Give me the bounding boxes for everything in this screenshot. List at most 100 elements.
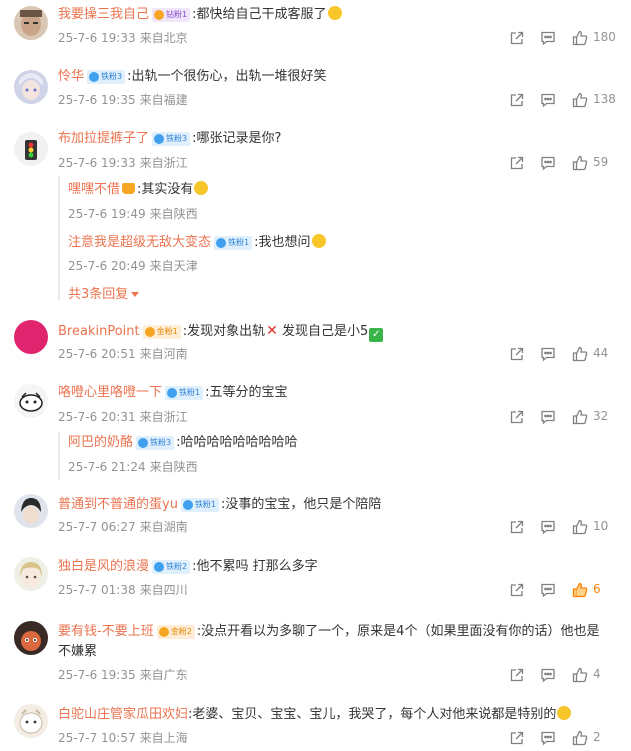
share-icon[interactable] bbox=[508, 345, 526, 363]
comment-actions: 180 bbox=[500, 29, 620, 49]
timestamp: 25-7-6 20:51 bbox=[58, 347, 136, 361]
emoji-icon bbox=[557, 706, 572, 720]
fan-badge[interactable]: 铁粉3 bbox=[152, 132, 191, 146]
fan-badge[interactable]: 铁粉3 bbox=[136, 436, 175, 450]
timestamp: 25-7-6 19:35 bbox=[58, 93, 136, 107]
more-replies-label: 共3条回复 bbox=[68, 287, 129, 302]
comment-text: :老婆、宝贝、宝宝、宝儿，我哭了，每个人对他来说都是特别的 bbox=[188, 707, 557, 722]
like-icon[interactable] bbox=[571, 408, 589, 426]
username[interactable]: BreakinPoint bbox=[58, 324, 140, 339]
fan-badge[interactable]: 铁粉1 bbox=[180, 498, 220, 512]
comment-icon[interactable] bbox=[539, 154, 557, 172]
fan-badge[interactable]: 金粉1 bbox=[142, 325, 181, 339]
like-icon[interactable] bbox=[571, 729, 589, 747]
share-icon[interactable] bbox=[508, 91, 526, 109]
emoji-icon bbox=[194, 181, 209, 195]
username[interactable]: 我要操三我自己 bbox=[58, 7, 149, 22]
timestamp: 25-7-6 19:33 bbox=[58, 31, 136, 45]
like-icon[interactable] bbox=[571, 666, 589, 684]
fan-badge[interactable]: 铁粉1 bbox=[165, 386, 204, 400]
share-icon[interactable] bbox=[508, 408, 526, 426]
like-icon[interactable] bbox=[571, 91, 589, 109]
more-replies-link[interactable]: 共3条回复 bbox=[68, 286, 140, 304]
share-icon[interactable] bbox=[508, 154, 526, 172]
like-icon[interactable] bbox=[571, 154, 589, 172]
reply-meta: 25-7-6 20:49 来自天津 bbox=[68, 258, 198, 274]
share-icon[interactable] bbox=[508, 729, 526, 747]
location: 来自北京 bbox=[139, 31, 188, 45]
comment-meta: 25-7-6 19:35 来自广东 bbox=[58, 667, 188, 683]
reply-username[interactable]: 嘿嘿不借 bbox=[68, 182, 120, 197]
username[interactable]: 咯噔心里咯噔一下 bbox=[58, 385, 162, 400]
avatar[interactable] bbox=[14, 6, 48, 40]
cross-mark-icon: ✕ bbox=[266, 323, 278, 339]
avatar[interactable] bbox=[14, 132, 48, 166]
location: 来自福建 bbox=[139, 93, 188, 107]
comment-meta: 25-7-6 20:51 来自河南 bbox=[58, 346, 188, 362]
like-icon[interactable] bbox=[571, 345, 589, 363]
avatar[interactable] bbox=[14, 384, 48, 418]
comment-header: 咯噔心里咯噔一下 铁粉1:五等分的宝宝 bbox=[58, 384, 288, 402]
reply-username[interactable]: 阿巴的奶酪 bbox=[68, 435, 133, 450]
reply-username[interactable]: 注意我是超级无敌大变态 bbox=[68, 235, 211, 250]
timestamp: 25-7-6 19:49 bbox=[68, 207, 146, 221]
comment-icon[interactable] bbox=[539, 408, 557, 426]
comment-actions: 6 bbox=[500, 581, 620, 601]
username[interactable]: 怜华 bbox=[58, 69, 84, 84]
comment-icon[interactable] bbox=[539, 729, 557, 747]
comment-text: :都快给自己干成客服了 bbox=[192, 7, 327, 22]
avatar[interactable] bbox=[14, 704, 48, 738]
timestamp: 25-7-7 06:27 bbox=[58, 520, 136, 534]
username[interactable]: 要有钱-不要上班 bbox=[58, 624, 154, 639]
fan-badge[interactable]: 钻粉1 bbox=[152, 8, 191, 22]
comment-actions: 32 bbox=[500, 408, 620, 428]
like-count: 180 bbox=[593, 30, 616, 44]
like-icon[interactable] bbox=[571, 581, 589, 599]
like-count: 44 bbox=[593, 346, 609, 360]
emoji-icon bbox=[311, 234, 326, 248]
avatar[interactable] bbox=[14, 320, 48, 354]
like-icon[interactable] bbox=[571, 29, 589, 47]
reply-divider bbox=[58, 176, 60, 300]
fan-badge[interactable]: 铁粉1 bbox=[214, 236, 253, 250]
like-count: 32 bbox=[593, 409, 609, 423]
comment-icon[interactable] bbox=[539, 91, 557, 109]
comment-meta: 25-7-7 10:57 来自上海 bbox=[58, 730, 188, 746]
comment-icon[interactable] bbox=[539, 666, 557, 684]
location: 来自浙江 bbox=[139, 410, 188, 424]
comment-icon[interactable] bbox=[539, 29, 557, 47]
comment-text: :没事的宝宝，他只是个陪陪 bbox=[221, 497, 382, 512]
comment-icon[interactable] bbox=[539, 345, 557, 363]
avatar[interactable] bbox=[14, 70, 48, 104]
location: 来自河南 bbox=[139, 347, 188, 361]
like-icon[interactable] bbox=[571, 518, 589, 536]
comment-header: 我要操三我自己 钻粉1:都快给自己干成客服了 bbox=[58, 6, 342, 24]
share-icon[interactable] bbox=[508, 518, 526, 536]
timestamp: 25-7-6 20:31 bbox=[58, 410, 136, 424]
comment-text: :五等分的宝宝 bbox=[205, 385, 288, 400]
comment-text: :哪张记录是你? bbox=[192, 131, 282, 146]
share-icon[interactable] bbox=[508, 29, 526, 47]
location: 来自浙江 bbox=[139, 156, 188, 170]
share-icon[interactable] bbox=[508, 581, 526, 599]
comment-header: 独白是风的浪漫 铁粉2:他不累吗 打那么多字 bbox=[58, 558, 318, 576]
comment-meta: 25-7-6 19:33 来自浙江 bbox=[58, 155, 188, 171]
fan-badge[interactable]: 铁粉3 bbox=[87, 70, 126, 84]
username[interactable]: 白驼山庄管家瓜田欢妇 bbox=[58, 707, 188, 722]
fan-badge[interactable]: 铁粉2 bbox=[152, 560, 191, 574]
comment-text-line2: 不嫌累 bbox=[58, 644, 98, 659]
location: 来自上海 bbox=[139, 731, 188, 745]
share-icon[interactable] bbox=[508, 666, 526, 684]
username[interactable]: 独白是风的浪漫 bbox=[58, 559, 149, 574]
fan-badge[interactable]: 金粉2 bbox=[156, 625, 195, 639]
comment-header: 普通到不普通的蛋yu 铁粉1:没事的宝宝，他只是个陪陪 bbox=[58, 496, 381, 514]
username[interactable]: 布加拉提裤子了 bbox=[58, 131, 149, 146]
avatar[interactable] bbox=[14, 557, 48, 591]
avatar[interactable] bbox=[14, 494, 48, 528]
comment-icon[interactable] bbox=[539, 581, 557, 599]
avatar[interactable] bbox=[14, 621, 48, 655]
comment: 要有钱-不要上班 金粉2:没点开看以为多聊了一个，原来是4个（如果里面没有你的话）… bbox=[0, 617, 631, 695]
comment-text: :他不累吗 打那么多字 bbox=[192, 559, 318, 574]
comment-icon[interactable] bbox=[539, 518, 557, 536]
username[interactable]: 普通到不普通的蛋yu bbox=[58, 497, 178, 512]
